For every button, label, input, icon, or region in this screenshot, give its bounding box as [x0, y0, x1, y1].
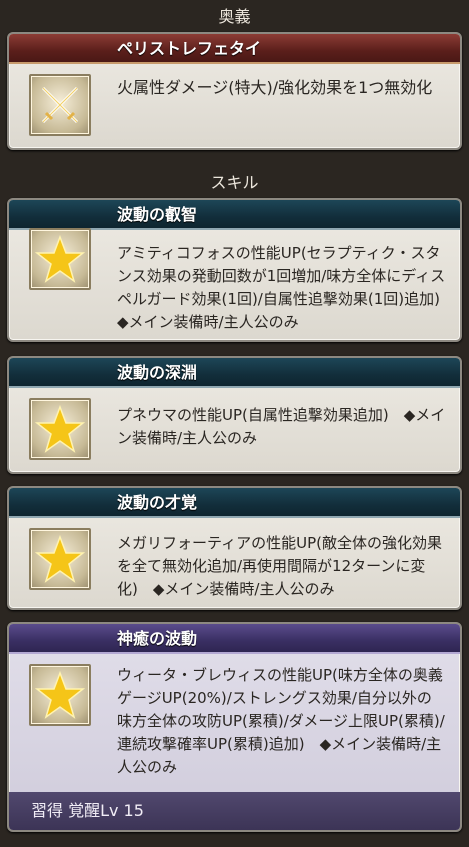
star-icon — [29, 398, 91, 460]
skill-card-3[interactable]: 波動の才覚 メガリフォーティアの性能UP(敵全体の強化効果を全て無効化追加/再使… — [7, 486, 462, 610]
skill-title-3: 波動の才覚 — [9, 488, 460, 518]
skill-card-2[interactable]: 波動の深淵 プネウマの性能UP(自属性追撃効果追加) ◆メイン装備時/主人公のみ — [7, 356, 462, 474]
star-icon — [29, 664, 91, 726]
skill-title-4: 神癒の波動 — [9, 624, 460, 654]
skill-card-4[interactable]: 神癒の波動 ウィータ・ブレウィスの性能UP(味方全体の奥義ゲージUP(20%)/… — [7, 622, 462, 832]
ougi-title: ペリストレフェタイ — [9, 34, 460, 64]
skill-title-1: 波動の叡智 — [9, 200, 460, 230]
skill-title-2: 波動の深淵 — [9, 358, 460, 388]
ougi-section-header: 奥義 — [218, 7, 251, 26]
ougi-card[interactable]: ペリストレフェタイ 火属性ダメージ(特大)/強化効果を1つ無効化 — [7, 32, 462, 150]
skill-card-1[interactable]: 波動の叡智 アミティコフォスの性能UP(セラプティク・スタンス効果の発動回数が1… — [7, 198, 462, 342]
star-icon — [29, 528, 91, 590]
skill-description-4: ウィータ・ブレウィスの性能UP(味方全体の奥義ゲージUP(20%)/ストレングス… — [117, 666, 445, 776]
detail-panel: 奥義 ペリストレフェタイ 火属性ダメージ(特大)/強化効果を1つ無効化 スキル … — [0, 0, 469, 847]
star-icon — [29, 228, 91, 290]
skill-description-2: プネウマの性能UP(自属性追撃効果追加) ◆メイン装備時/主人公のみ — [117, 406, 446, 447]
skill-description-3: メガリフォーティアの性能UP(敵全体の強化効果を全て無効化追加/再使用間隔が12… — [117, 534, 442, 598]
skill-description-1: アミティコフォスの性能UP(セラプティク・スタンス効果の発動回数が1回増加/味方… — [117, 244, 455, 331]
crossed-swords-icon — [29, 74, 91, 136]
ougi-description: 火属性ダメージ(特大)/強化効果を1つ無効化 — [117, 78, 433, 97]
skill-section-header: スキル — [210, 173, 259, 192]
unlock-requirement: 習得 覚醒Lv 15 — [9, 792, 460, 830]
